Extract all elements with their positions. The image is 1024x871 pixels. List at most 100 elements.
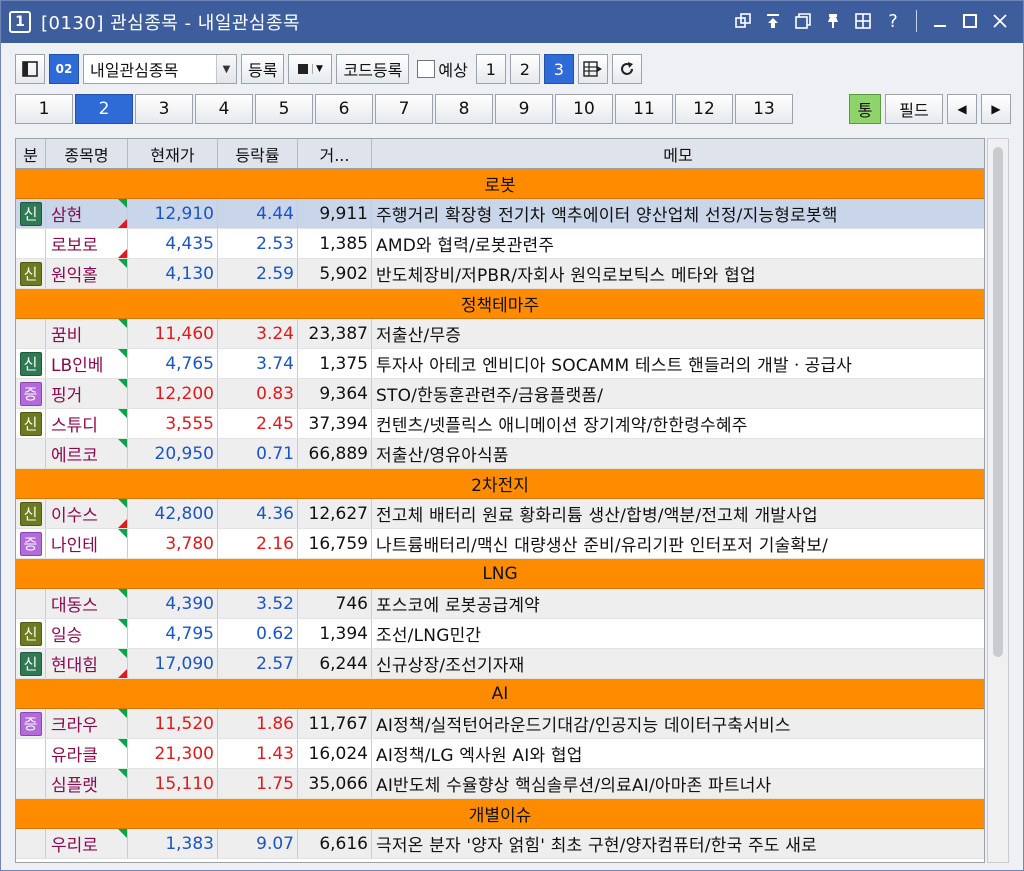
stock-name-cell[interactable]: 이수스	[46, 499, 128, 528]
prev-tab-button[interactable]: ◀	[947, 94, 977, 124]
stock-name-cell[interactable]: 대동스	[46, 589, 128, 618]
group-header-row[interactable]: 로봇	[16, 169, 984, 199]
header-memo[interactable]: 메모	[372, 139, 984, 168]
flag-cell	[16, 319, 46, 348]
flag-cell	[16, 229, 46, 258]
close-icon[interactable]	[989, 9, 1011, 33]
group-header-row[interactable]: AI	[16, 679, 984, 709]
tab-9[interactable]: 9	[495, 94, 553, 124]
tab-3[interactable]: 3	[135, 94, 193, 124]
stock-name-cell[interactable]: 크라우	[46, 709, 128, 738]
table-row[interactable]: 대동스 4,390 3.52 746 포스코에 로봇공급계약	[16, 589, 984, 619]
header-flag[interactable]: 분	[16, 139, 46, 168]
stock-name: 대동스	[51, 596, 98, 616]
tab-11[interactable]: 11	[615, 94, 673, 124]
stock-name-cell[interactable]: 일승	[46, 619, 128, 648]
table-row[interactable]: 증 크라우 11,520 1.86 11,767 AI정책/실적턴어라운드기대감/인공지능…	[16, 709, 984, 739]
expect-checkbox[interactable]: 예상	[417, 57, 468, 81]
pushpin-icon[interactable]	[822, 9, 844, 33]
group-header-row[interactable]: LNG	[16, 559, 984, 589]
stock-name-cell[interactable]: 에르코	[46, 439, 128, 468]
tab-10[interactable]: 10	[555, 94, 613, 124]
stock-name-cell[interactable]: 우리로	[46, 829, 128, 858]
table-row[interactable]: 로보로 4,435 2.53 1,385 AMD와 협력/로봇관련주	[16, 229, 984, 259]
group-header-row[interactable]: 정책테마주	[16, 289, 984, 319]
tab-6[interactable]: 6	[315, 94, 373, 124]
tab-13[interactable]: 13	[735, 94, 793, 124]
minimize-icon[interactable]	[929, 9, 951, 33]
tong-button[interactable]: 통	[849, 94, 881, 124]
stock-name-cell[interactable]: 스튜디	[46, 409, 128, 438]
stock-name-cell[interactable]: 심플랫	[46, 769, 128, 798]
table-row[interactable]: 신 원익홀 4,130 2.59 5,902 반도체장비/저PBR/자회사 원익로보틱스 …	[16, 259, 984, 289]
table-row[interactable]: 우리로 1,383 9.07 6,616 극저온 분자 '양자 얽힘' 최초 구현/양자…	[16, 829, 984, 859]
table-row[interactable]: 증 핑거 12,200 0.83 9,364 STO/한동훈관련주/금융플랫폼/	[16, 379, 984, 409]
layout-toggle-button[interactable]	[577, 54, 608, 84]
red-corner-marker-icon	[118, 519, 127, 528]
rate-cell: 3.74	[218, 349, 298, 378]
refresh-icon	[620, 62, 633, 75]
window-number-badge[interactable]: 1	[9, 11, 31, 33]
stock-name-cell[interactable]: LB인베	[46, 349, 128, 378]
help-icon[interactable]: ?	[882, 9, 904, 33]
page-button-1[interactable]: 1	[475, 54, 506, 84]
chevron-left-icon: ◀	[957, 102, 967, 116]
table-row[interactable]: 신 LB인베 4,765 3.74 1,375 투자사 아테코 엔비디아 SOCAMM 테…	[16, 349, 984, 379]
flag-cell: 증	[16, 529, 46, 558]
table-row[interactable]: 꿈비 11,460 3.24 23,387 저출산/무증	[16, 319, 984, 349]
table-row[interactable]: 신 일승 4,795 0.62 1,394 조선/LNG민간	[16, 619, 984, 649]
header-rate[interactable]: 등락률	[218, 139, 298, 168]
title-bar-controls: ?	[732, 9, 1011, 33]
vertical-scrollbar[interactable]	[987, 138, 1009, 863]
page-button-2[interactable]: 2	[509, 54, 540, 84]
table-row[interactable]: 심플랫 15,110 1.75 35,066 AI반도체 수율향상 핵심솔루션/의료AI…	[16, 769, 984, 799]
header-volume[interactable]: 거...	[298, 139, 372, 168]
group-select[interactable]: 내일관심종목 ▼	[83, 54, 237, 84]
header-price[interactable]: 현재가	[128, 139, 218, 168]
chevron-down-icon[interactable]: ▼	[216, 55, 236, 83]
field-button[interactable]: 필드	[885, 94, 943, 124]
stock-name-cell[interactable]: 로보로	[46, 229, 128, 258]
register-button[interactable]: 등록	[241, 54, 285, 84]
next-tab-button[interactable]: ▶	[981, 94, 1011, 124]
tab-12[interactable]: 12	[675, 94, 733, 124]
table-row[interactable]: 신 현대힘 17,090 2.57 6,244 신규상장/조선기자재	[16, 649, 984, 679]
stock-name-cell[interactable]: 나인테	[46, 529, 128, 558]
table-row[interactable]: 에르코 20,950 0.71 66,889 저출산/영유아식품	[16, 439, 984, 469]
tab-2[interactable]: 2	[75, 94, 133, 124]
scrollbar-thumb[interactable]	[993, 147, 1003, 657]
grid-icon[interactable]	[852, 9, 874, 33]
square-menu-button[interactable]: ▼	[288, 54, 333, 84]
stock-name-cell[interactable]: 현대힘	[46, 649, 128, 678]
stock-name: 원익홀	[51, 266, 98, 286]
volume-cell: 5,902	[298, 259, 372, 288]
stock-name-cell[interactable]: 꿈비	[46, 319, 128, 348]
table-row[interactable]: 유라클 21,300 1.43 16,024 AI정책/LG 엑사원 AI와 협업	[16, 739, 984, 769]
group-header-row[interactable]: 개별이슈	[16, 799, 984, 829]
restore-link-icon[interactable]	[732, 9, 754, 33]
stock-name-cell[interactable]: 유라클	[46, 739, 128, 768]
sidebar-toggle-button[interactable]	[15, 54, 45, 84]
header-name[interactable]: 종목명	[46, 139, 128, 168]
expect-checkbox-box[interactable]	[417, 60, 436, 78]
stock-name-cell[interactable]: 삼현	[46, 199, 128, 228]
table-row[interactable]: 증 나인테 3,780 2.16 16,759 나트륨배터리/맥신 대량생산 준비/유리기…	[16, 529, 984, 559]
page-button-3[interactable]: 3	[543, 54, 574, 84]
pin-top-icon[interactable]	[762, 9, 784, 33]
table-row[interactable]: 신 이수스 42,800 4.36 12,627 전고체 배터리 원료 황화리튬 생산/합…	[16, 499, 984, 529]
copy-window-icon[interactable]	[792, 9, 814, 33]
table-row[interactable]: 신 삼현 12,910 4.44 9,911 주행거리 확장형 전기차 액추에이터 양산업…	[16, 199, 984, 229]
code-register-button[interactable]: 코드등록	[336, 54, 410, 84]
stock-name-cell[interactable]: 원익홀	[46, 259, 128, 288]
stock-name-cell[interactable]: 핑거	[46, 379, 128, 408]
tab-5[interactable]: 5	[255, 94, 313, 124]
tab-7[interactable]: 7	[375, 94, 433, 124]
group-header-row[interactable]: 2차전지	[16, 469, 984, 499]
refresh-button[interactable]	[611, 54, 642, 84]
tab-8[interactable]: 8	[435, 94, 493, 124]
maximize-icon[interactable]	[959, 9, 981, 33]
tab-4[interactable]: 4	[195, 94, 253, 124]
table-row[interactable]: 신 스튜디 3,555 2.45 37,394 컨텐츠/넷플릭스 애니메이션 장기계약/한…	[16, 409, 984, 439]
group-number-button[interactable]: 02	[49, 54, 79, 84]
tab-1[interactable]: 1	[15, 94, 73, 124]
